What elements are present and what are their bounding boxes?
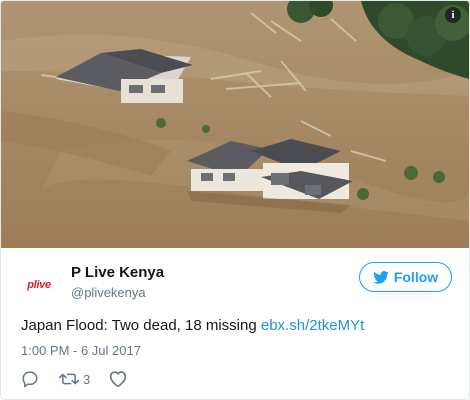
tweet-body: Japan Flood: Two dead, 18 missing bbox=[21, 317, 261, 334]
retweet-count: 3 bbox=[83, 371, 91, 387]
author-handle[interactable]: @plivekenya bbox=[71, 285, 146, 300]
tweet-link[interactable]: ebx.sh/2tkeMYt bbox=[261, 317, 364, 334]
tweet-header: plive P Live Kenya @plivekenya Follow bbox=[1, 248, 469, 318]
tweet-card: i plive P Live Kenya @plivekenya Follow … bbox=[0, 0, 470, 400]
follow-button[interactable]: Follow bbox=[359, 262, 452, 292]
reply-icon bbox=[22, 371, 38, 388]
retweet-button[interactable]: 3 bbox=[59, 371, 90, 387]
avatar[interactable]: plive bbox=[21, 267, 57, 303]
tweet-timestamp[interactable]: 1:00 PM - 6 Jul 2017 bbox=[21, 343, 141, 358]
info-icon[interactable]: i bbox=[445, 7, 461, 23]
tweet-actions: 3 bbox=[21, 368, 128, 390]
tweet-text: Japan Flood: Two dead, 18 missing ebx.sh… bbox=[21, 317, 364, 334]
twitter-bird-icon bbox=[373, 270, 389, 284]
flood-photo-illustration bbox=[1, 1, 469, 248]
follow-label: Follow bbox=[393, 269, 439, 285]
reply-button[interactable] bbox=[21, 370, 43, 388]
retweet-icon bbox=[59, 373, 79, 385]
avatar-logo-text: plive bbox=[27, 279, 51, 291]
like-button[interactable] bbox=[108, 370, 128, 388]
tweet-photo[interactable]: i bbox=[1, 1, 469, 248]
heart-icon bbox=[110, 371, 127, 388]
author-name[interactable]: P Live Kenya bbox=[71, 264, 164, 281]
